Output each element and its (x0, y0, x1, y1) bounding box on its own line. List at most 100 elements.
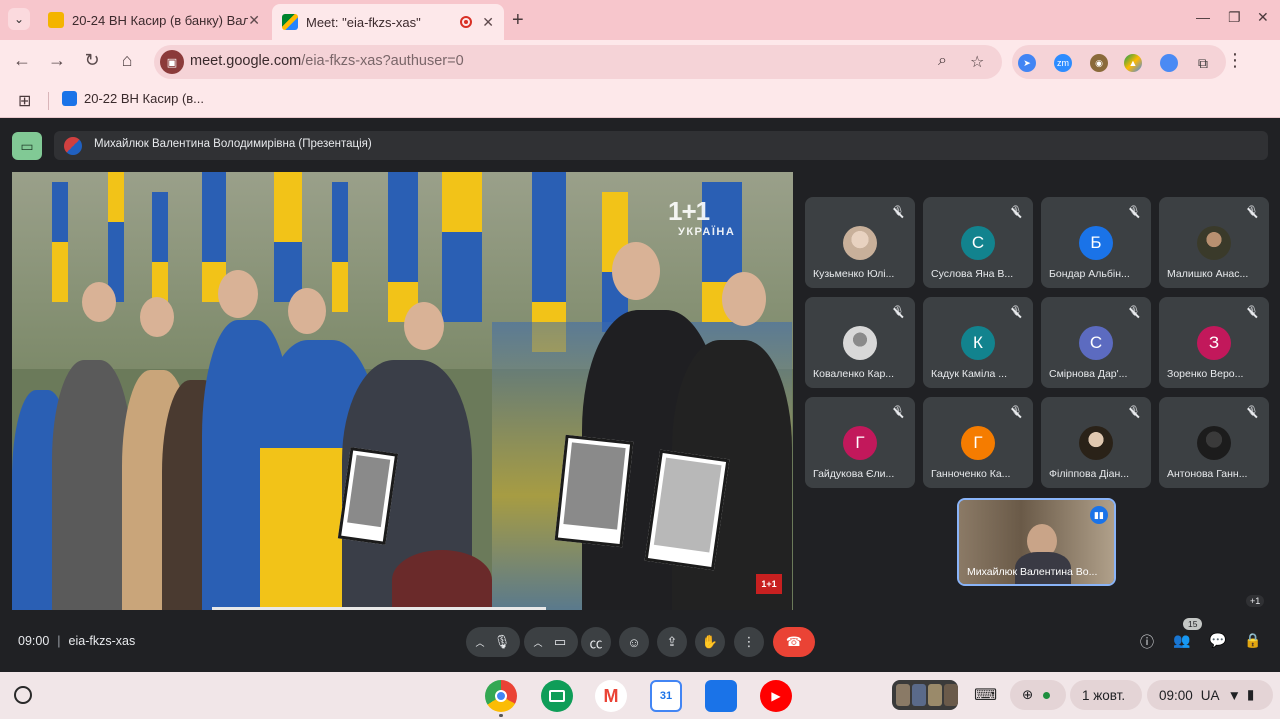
participant-tile[interactable]: 🎙 Кузьменко Юлі... (805, 197, 915, 288)
more-participants-badge[interactable]: +1 (1246, 595, 1265, 607)
bookmarks-bar: ⊞ 20-22 ВН Касир (в... (0, 84, 1280, 118)
captions-button[interactable]: ㏄ (581, 627, 611, 657)
participant-tile[interactable]: 🎙 С Смірнова Дар'... (1041, 297, 1151, 388)
participant-tile[interactable]: 🎙 Антонова Ганн... (1159, 397, 1269, 488)
bookmarks-divider (48, 92, 49, 110)
gmail-icon[interactable]: M (595, 680, 627, 712)
participant-name: Гайдукова Єли... (813, 468, 895, 480)
maximize-icon[interactable]: ❐ (1228, 9, 1241, 26)
participant-avatar (843, 226, 877, 260)
tv-logo-subtitle: УКРАЇНА (678, 226, 736, 238)
head-shape (404, 302, 444, 350)
head-shape (612, 242, 660, 300)
new-tab-button[interactable]: + (512, 9, 524, 32)
participant-tile[interactable]: 🎙 Г Ганноченко Ка... (923, 397, 1033, 488)
participant-name: Кузьменко Юлі... (813, 268, 895, 280)
bookmark-item[interactable]: 20-22 ВН Касир (в... (62, 91, 204, 106)
video-caption-line (212, 607, 546, 610)
participant-avatar: К (961, 326, 995, 360)
participant-avatar (1197, 226, 1231, 260)
chat-icon[interactable]: 💬 (1208, 632, 1228, 652)
holding-space-thumbnails[interactable] (892, 680, 958, 710)
camera-options-chevron-icon[interactable]: ︿ (529, 636, 547, 649)
raise-hand-button[interactable]: ✋ (695, 627, 725, 657)
participant-tile[interactable]: 🎙 Б Бондар Альбін... (1041, 197, 1151, 288)
youtube-icon[interactable]: ▶ (760, 680, 792, 712)
person-shape (52, 360, 132, 610)
date-pill[interactable]: 1 жовт. (1070, 680, 1142, 710)
participant-tile[interactable]: 🎙 З Зоренко Веро... (1159, 297, 1269, 388)
participant-tile[interactable]: 🎙 К Кадук Каміла ... (923, 297, 1033, 388)
participant-tile[interactable]: 🎙 Коваленко Кар... (805, 297, 915, 388)
presentation-icon[interactable]: ▭ (12, 132, 42, 160)
tab-meet[interactable]: Meet: "eia-fkzs-xas" ✕ (272, 4, 504, 40)
mic-control: ︿ 🎙 (466, 627, 520, 657)
blue-dot-extension-icon[interactable] (1160, 54, 1178, 72)
close-tab-icon[interactable]: ✕ (482, 14, 494, 31)
close-tab-icon[interactable]: ✕ (248, 12, 260, 29)
launcher-icon[interactable] (14, 686, 32, 704)
tab-cashier[interactable]: 20-24 ВН Касир (в банку) Вал ✕ (38, 4, 270, 36)
zoom-icon[interactable]: ⌕ (938, 52, 947, 70)
mic-icon[interactable]: 🎙 (489, 627, 515, 657)
more-options-button[interactable]: ⋮ (734, 627, 764, 657)
status-pill[interactable]: ⊕ (1010, 680, 1066, 710)
classroom-icon[interactable] (541, 680, 573, 712)
participant-tile[interactable]: 🎙 Малишко Анас... (1159, 197, 1269, 288)
people-icon[interactable]: 👥 (1172, 632, 1192, 652)
tab-search-button[interactable]: ⌄ (8, 8, 30, 30)
participant-avatar: Б (1079, 226, 1113, 260)
head-shape (218, 270, 258, 318)
chrome-icon[interactable] (485, 680, 517, 712)
speaking-indicator-icon: ▮▮ (1090, 506, 1108, 524)
participant-tile[interactable]: 🎙 Г Гайдукова Єли... (805, 397, 915, 488)
keyboard-icon[interactable]: ⌨ (974, 685, 997, 705)
self-view-tile[interactable]: ▮▮ Михайлюк Валентина Во... (957, 498, 1116, 586)
input-language: UA (1200, 687, 1220, 703)
bookmark-label: 20-22 ВН Касир (в... (84, 91, 205, 106)
mic-options-chevron-icon[interactable]: ︿ (471, 636, 489, 649)
host-controls-icon[interactable]: 🔒 (1243, 632, 1263, 652)
system-tray[interactable]: 09:00 UA ▼ ▮ (1147, 680, 1273, 710)
meeting-details-icon[interactable]: ⓘ (1137, 632, 1157, 652)
bookmark-star-icon[interactable]: ☆ (970, 52, 984, 72)
calendar-icon[interactable]: 31 (650, 680, 682, 712)
forward-icon[interactable]: → (45, 50, 69, 71)
mic-off-icon: 🎙 (891, 406, 905, 420)
head-shape (82, 282, 116, 322)
reactions-button[interactable]: ☺ (619, 627, 649, 657)
close-window-icon[interactable]: ✕ (1257, 9, 1269, 26)
camera-indicator-icon[interactable]: ▣ (160, 50, 184, 74)
tab-title: Meet: "eia-fkzs-xas" (306, 14, 421, 30)
drive-extension-icon[interactable]: ▲ (1124, 54, 1142, 72)
camera-icon[interactable]: ▭ (547, 627, 573, 657)
participant-tile[interactable]: 🎙 С Суслова Яна В... (923, 197, 1033, 288)
presenter-bar[interactable]: Михайлюк Валентина Володимирівна (Презен… (54, 131, 1268, 160)
portrait-frame (554, 434, 634, 548)
apps-grid-icon[interactable]: ⊞ (18, 91, 31, 111)
present-button[interactable]: ⇪ (657, 627, 687, 657)
battery-icon: ▮ (1246, 687, 1255, 702)
url-host: meet.google.com (190, 53, 302, 69)
meeting-info: 09:00 | eia-fkzs-xas (18, 634, 135, 648)
reload-icon[interactable]: ↻ (80, 50, 104, 71)
owl-extension-icon[interactable]: ◉ (1090, 54, 1108, 72)
home-icon[interactable]: ⌂ (115, 50, 139, 71)
minimize-icon[interactable]: — (1196, 9, 1210, 25)
send-extension-icon[interactable]: ➤ (1018, 54, 1036, 72)
present-screen-icon: ⇪ (666, 634, 678, 649)
participant-avatar (843, 326, 877, 360)
active-app-dot (499, 714, 503, 717)
presentation-video[interactable]: 1+1 УКРАЇНА 1+1 (12, 172, 793, 610)
files-icon[interactable] (705, 680, 737, 712)
extensions-puzzle-icon[interactable]: ⧉ (1194, 54, 1212, 72)
back-icon[interactable]: ← (10, 50, 34, 71)
phone-hub-icon: ⊕ (1022, 687, 1034, 702)
participant-tile[interactable]: 🎙 Філіппова Діан... (1041, 397, 1151, 488)
participant-name: Смірнова Дар'... (1049, 368, 1128, 380)
leave-call-button[interactable]: ☎ (773, 627, 815, 657)
zoom-extension-icon[interactable]: zm (1054, 54, 1072, 72)
chrome-menu-icon[interactable]: ⋮ (1226, 50, 1244, 71)
address-bar[interactable]: ▣ meet.google.com/eia-fkzs-xas?authuser=… (154, 45, 1002, 79)
recording-icon (460, 16, 473, 28)
